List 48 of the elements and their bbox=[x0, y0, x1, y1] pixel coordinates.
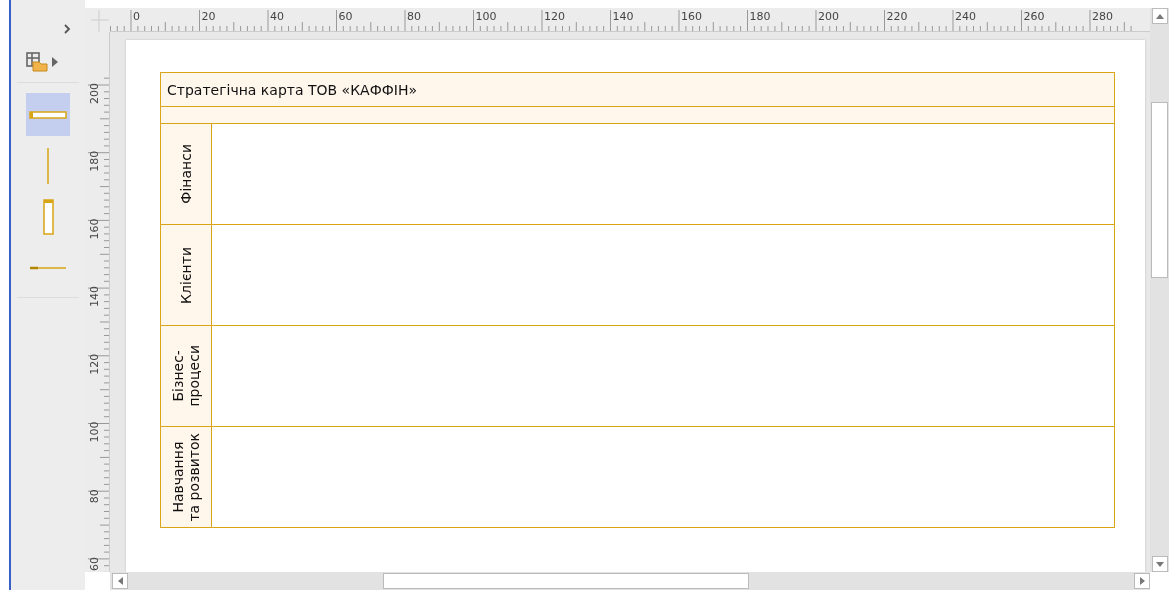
pool-shape-icon bbox=[29, 110, 67, 119]
ruler-label: 180 bbox=[749, 10, 771, 23]
lane-label: Бізнес- процеси bbox=[170, 345, 202, 407]
ruler-label: 280 bbox=[1092, 10, 1113, 23]
ruler-label: 180 bbox=[88, 150, 101, 172]
left-arrow-icon bbox=[117, 577, 123, 585]
ruler-label: 60 bbox=[88, 556, 101, 571]
ruler-label: 140 bbox=[612, 10, 634, 23]
ruler-label: 120 bbox=[544, 10, 565, 23]
stencil-item[interactable] bbox=[26, 93, 70, 136]
ruler-label: 100 bbox=[475, 10, 497, 23]
ruler-label: 0 bbox=[133, 10, 140, 23]
scroll-right-button[interactable] bbox=[1134, 573, 1150, 589]
ruler-label: 160 bbox=[681, 10, 702, 23]
scroll-down-button[interactable] bbox=[1151, 556, 1168, 572]
ruler-label: 200 bbox=[818, 10, 839, 23]
vertical-line-icon bbox=[46, 147, 50, 184]
ruler-label: 60 bbox=[338, 10, 353, 23]
scrollbar-thumb[interactable] bbox=[383, 573, 749, 589]
lane-label: Фінанси bbox=[178, 144, 194, 204]
vertical-scrollbar[interactable] bbox=[1150, 8, 1169, 572]
ruler-label: 80 bbox=[88, 489, 101, 504]
ruler-label: 120 bbox=[88, 353, 101, 375]
ruler-label: 140 bbox=[88, 286, 101, 308]
horizontal-line-icon bbox=[30, 265, 66, 270]
shapes-folder-icon[interactable] bbox=[26, 52, 48, 72]
up-arrow-icon bbox=[1155, 13, 1164, 19]
scrollbar-thumb[interactable] bbox=[1151, 102, 1168, 278]
lane-label: Клієнти bbox=[178, 246, 194, 304]
ruler-label: 260 bbox=[1023, 10, 1045, 23]
down-arrow-icon bbox=[1155, 561, 1164, 567]
ruler-label: 240 bbox=[955, 10, 976, 23]
ruler-label: 100 bbox=[88, 421, 101, 443]
scroll-left-button[interactable] bbox=[112, 573, 128, 589]
ruler-label: 200 bbox=[88, 83, 101, 104]
ruler-label: 160 bbox=[88, 218, 101, 240]
ruler-label: 80 bbox=[407, 10, 421, 23]
lane-label: Навчання та розвиток bbox=[170, 432, 202, 522]
ruler-label: 220 bbox=[886, 10, 908, 23]
lane-shape-icon bbox=[42, 198, 54, 235]
dropdown-triangle-icon[interactable] bbox=[52, 57, 58, 67]
expand-chevron-icon[interactable] bbox=[63, 24, 71, 34]
scroll-up-button[interactable] bbox=[1151, 8, 1168, 24]
right-arrow-icon bbox=[1139, 577, 1145, 585]
ruler-label: 40 bbox=[270, 10, 284, 23]
ruler-label: 20 bbox=[201, 10, 216, 23]
horizontal-scrollbar[interactable] bbox=[110, 572, 1150, 590]
diagram-title: Стратегічна карта ТОВ «КАФФІН» bbox=[167, 81, 417, 98]
